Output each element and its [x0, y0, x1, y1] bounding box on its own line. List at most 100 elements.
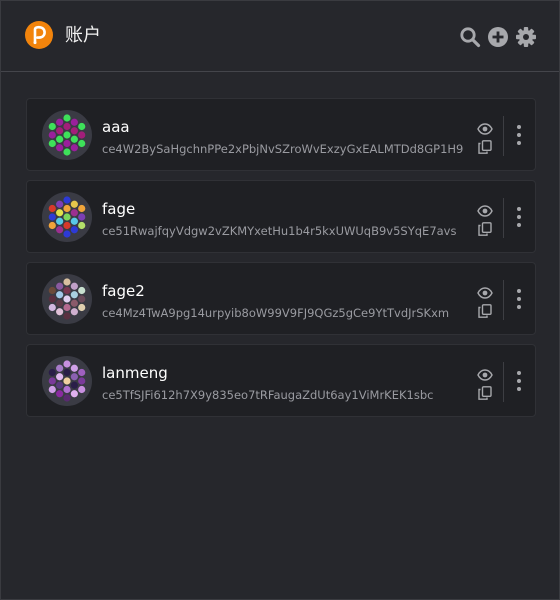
identicon-dot	[78, 377, 86, 385]
identicon-dot	[56, 217, 64, 225]
identicon-dot	[78, 122, 86, 131]
identicon-dot	[70, 144, 78, 152]
identicon-dot	[63, 139, 71, 148]
page-title: 账户	[65, 25, 101, 46]
identicon-dot	[78, 303, 86, 312]
identicon-dot	[70, 364, 78, 372]
identicon-dot	[78, 213, 86, 221]
identicon-dot	[70, 373, 78, 381]
identicon-avatar	[42, 192, 92, 242]
identicon-dot	[48, 131, 56, 139]
identicon-dot	[70, 390, 78, 398]
identicon-dot	[70, 217, 78, 225]
account-card[interactable]: fage2 ce4Mz4TwA9pg14urpyib8oW99V9FJ9QGz5…	[26, 262, 536, 335]
identicon-dot	[63, 230, 71, 238]
identicon-dot	[48, 377, 56, 385]
identicon-dot	[63, 278, 71, 286]
card-divider	[503, 280, 504, 320]
identicon-dot	[78, 385, 86, 394]
identicon-dot	[63, 148, 71, 156]
identicon-dot	[48, 368, 56, 377]
eye-icon[interactable]	[477, 204, 493, 218]
card-divider	[503, 362, 504, 402]
identicon-dot	[63, 394, 71, 402]
identicon-dot	[70, 291, 78, 299]
identicon-dot	[70, 308, 78, 316]
identicon-dot	[48, 295, 56, 303]
identicon-dot	[56, 291, 64, 299]
account-name: fage2	[102, 282, 145, 300]
identicon-dot	[63, 385, 71, 394]
add-circle-icon[interactable]	[487, 26, 509, 48]
eye-icon[interactable]	[477, 122, 493, 136]
identicon-dot	[48, 385, 56, 394]
identicon-dot	[70, 127, 78, 135]
identicon-dot	[48, 221, 56, 230]
account-address: ce4Mz4TwA9pg14urpyib8oW99V9FJ9QGz5gCe9Yt…	[102, 306, 450, 320]
eye-icon[interactable]	[477, 368, 493, 382]
identicon-dot	[78, 286, 86, 295]
identicon-dot	[63, 303, 71, 312]
identicon-dot	[70, 200, 78, 208]
copy-icon[interactable]	[477, 222, 493, 236]
kebab-menu-icon[interactable]	[511, 123, 527, 147]
identicon-dot	[63, 196, 71, 204]
identicon-dot	[63, 286, 71, 295]
kebab-menu-icon[interactable]	[511, 205, 527, 229]
identicon-dot	[70, 209, 78, 217]
identicon-dot	[48, 286, 56, 295]
copy-icon[interactable]	[477, 304, 493, 318]
kebab-menu-icon[interactable]	[511, 287, 527, 311]
identicon-avatar	[42, 274, 92, 324]
identicon-dot	[56, 308, 64, 316]
accounts-window: 账户 aaa ce4W2BySaHgchnPPe2xPbjNvSZroWvExz…	[0, 0, 560, 600]
kebab-menu-icon[interactable]	[511, 369, 527, 393]
account-address: ce5TfSJFi612h7X9y835eo7tRFaugaZdUt6ay1Vi…	[102, 388, 434, 402]
identicon-dot	[63, 131, 71, 139]
identicon-avatar	[42, 110, 92, 160]
account-card[interactable]: lanmeng ce5TfSJFi612h7X9y835eo7tRFaugaZd…	[26, 344, 536, 417]
identicon-dot	[56, 373, 64, 381]
identicon-dot	[78, 295, 86, 303]
identicon-dot	[78, 204, 86, 213]
identicon-dot	[70, 135, 78, 143]
card-divider	[503, 116, 504, 156]
identicon-dot	[63, 213, 71, 221]
identicon-dot	[63, 114, 71, 122]
identicon-dot	[56, 390, 64, 398]
identicon-dot	[78, 139, 86, 148]
identicon-dot	[56, 200, 64, 208]
identicon-dot	[56, 209, 64, 217]
copy-icon[interactable]	[477, 140, 493, 154]
identicon-dot	[70, 226, 78, 234]
identicon-dot	[48, 303, 56, 312]
account-name: fage	[102, 200, 136, 218]
identicon-dot	[63, 295, 71, 303]
header-bar: 账户	[1, 1, 559, 72]
account-name: aaa	[102, 118, 130, 136]
identicon-dot	[56, 381, 64, 389]
identicon-dot	[63, 221, 71, 230]
identicon-dot	[48, 213, 56, 221]
identicon-dot	[78, 368, 86, 377]
copy-icon[interactable]	[477, 386, 493, 400]
identicon-dot	[56, 364, 64, 372]
account-name: lanmeng	[102, 364, 168, 382]
account-list: aaa ce4W2BySaHgchnPPe2xPbjNvSZroWvExzyGx…	[26, 98, 536, 426]
identicon-dot	[63, 377, 71, 385]
eye-icon[interactable]	[477, 286, 493, 300]
identicon-dot	[56, 299, 64, 307]
account-address: ce51RwajfqyVdgw2vZKMYxetHu1b4r5kxUWUqB9v…	[102, 224, 457, 238]
identicon-dot	[78, 221, 86, 230]
identicon-dot	[70, 118, 78, 126]
search-icon[interactable]	[459, 26, 481, 48]
account-card[interactable]: aaa ce4W2BySaHgchnPPe2xPbjNvSZroWvExzyGx…	[26, 98, 536, 171]
account-card[interactable]: fage ce51RwajfqyVdgw2vZKMYxetHu1b4r5kxUW…	[26, 180, 536, 253]
identicon-dot	[70, 299, 78, 307]
identicon-avatar	[42, 356, 92, 406]
identicon-dot	[56, 282, 64, 290]
identicon-dot	[63, 360, 71, 368]
identicon-dot	[63, 368, 71, 377]
polkadot-logo-icon	[25, 21, 53, 49]
gear-icon[interactable]	[515, 26, 537, 48]
